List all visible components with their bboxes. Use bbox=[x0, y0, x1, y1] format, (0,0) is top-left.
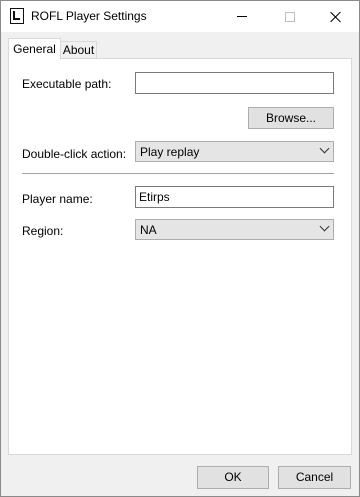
double-click-action-value: Play replay bbox=[140, 145, 200, 159]
settings-window: ROFL Player Settings General About Execu… bbox=[0, 0, 360, 497]
double-click-action-select[interactable]: Play replay bbox=[135, 141, 334, 162]
maximize-icon bbox=[285, 11, 295, 22]
close-icon bbox=[330, 11, 342, 23]
chevron-down-icon bbox=[320, 145, 329, 154]
tab-general[interactable]: General bbox=[8, 38, 61, 59]
general-tab-panel: Executable path: Browse... Double-click … bbox=[8, 58, 352, 455]
title-bar[interactable]: ROFL Player Settings bbox=[1, 1, 359, 32]
player-name-label: Player name: bbox=[22, 192, 93, 206]
double-click-action-label: Double-click action: bbox=[22, 147, 127, 161]
window-title: ROFL Player Settings bbox=[31, 9, 147, 23]
executable-path-input[interactable] bbox=[135, 72, 334, 94]
player-name-input[interactable] bbox=[135, 186, 334, 208]
app-icon bbox=[10, 8, 24, 24]
ok-button[interactable]: OK bbox=[197, 466, 269, 489]
cancel-button[interactable]: Cancel bbox=[278, 466, 351, 489]
executable-path-label: Executable path: bbox=[22, 77, 112, 91]
close-button[interactable] bbox=[313, 1, 359, 32]
region-value: NA bbox=[140, 223, 157, 237]
minimize-icon bbox=[237, 16, 247, 17]
browse-button[interactable]: Browse... bbox=[248, 107, 334, 129]
maximize-button bbox=[267, 1, 313, 32]
region-label: Region: bbox=[22, 224, 64, 238]
region-select[interactable]: NA bbox=[135, 219, 334, 240]
separator bbox=[22, 173, 334, 174]
minimize-button[interactable] bbox=[219, 1, 265, 32]
tab-about[interactable]: About bbox=[60, 41, 97, 59]
chevron-down-icon bbox=[320, 223, 329, 232]
